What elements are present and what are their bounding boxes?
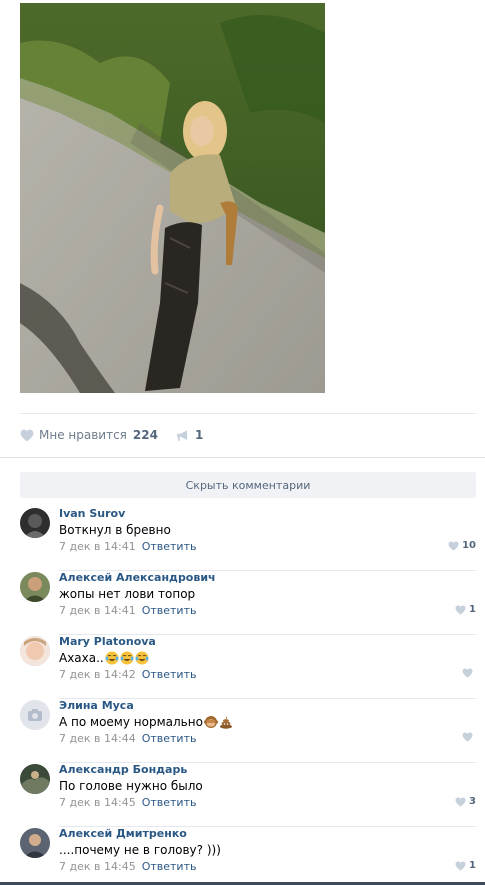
tears-of-joy-emoji-icon (135, 651, 149, 665)
avatar[interactable] (20, 508, 50, 538)
comment-text: Воткнул в бревно (59, 523, 171, 537)
comment-like-button[interactable]: 1 (455, 604, 476, 615)
post-actions: Мне нравится 224 1 (20, 426, 203, 444)
pile-of-poo-emoji-icon (219, 715, 233, 729)
hide-comments-button[interactable]: Скрыть комментарии (20, 472, 476, 498)
comment-text: ....почему не в голову? ))) (59, 843, 221, 857)
reply-button[interactable]: Ответить (142, 732, 197, 745)
comment-text: жопы нет лови топор (59, 587, 195, 601)
comment-like-button[interactable] (462, 732, 476, 742)
comment-text-content: ....почему не в голову? ))) (59, 843, 221, 857)
comment-like-count: 10 (462, 540, 476, 551)
comment-meta: 7 дек в 14:45 Ответить (59, 860, 196, 873)
comment-text: А по моему нормально (59, 715, 233, 729)
comment-like-count: 1 (469, 604, 476, 615)
comment-author[interactable]: Алексей Дмитренко (59, 827, 187, 840)
comment-like-count: 3 (469, 796, 476, 807)
comment-meta: 7 дек в 14:45 Ответить (59, 796, 196, 809)
reply-button[interactable]: Ответить (142, 860, 197, 873)
comment: Алексей Дмитренко ....почему не в голову… (20, 827, 476, 881)
comment-text: Ахаха.. (59, 651, 149, 665)
heart-icon (455, 796, 466, 807)
comment-author[interactable]: Алексей Александрович (59, 571, 216, 584)
section-separator (0, 457, 485, 458)
comment: Mary Platonova Ахаха.. 7 дек в 14:42 Отве… (20, 635, 476, 699)
comment: Ivan Surov Воткнул в бревно 7 дек в 14:4… (20, 507, 476, 571)
comment-date[interactable]: 7 дек в 14:41 (59, 604, 136, 617)
comment-date[interactable]: 7 дек в 14:41 (59, 540, 136, 553)
comment-meta: 7 дек в 14:41 Ответить (59, 540, 196, 553)
comment-text-content: А по моему нормально (59, 715, 203, 729)
avatar[interactable] (20, 636, 50, 666)
comment-like-button[interactable]: 10 (448, 540, 476, 551)
share-count: 1 (194, 428, 204, 442)
tears-of-joy-emoji-icon (120, 651, 134, 665)
post-photo[interactable] (20, 3, 325, 393)
comment-author[interactable]: Mary Platonova (59, 635, 156, 648)
avatar[interactable] (20, 828, 50, 858)
comment-date[interactable]: 7 дек в 14:45 (59, 860, 136, 873)
comment-text-content: жопы нет лови топор (59, 587, 196, 601)
comment: Александр Бондарь По голове нужно было 7… (20, 763, 476, 827)
heart-icon (462, 732, 473, 742)
comment-like-button[interactable]: 1 (455, 860, 476, 871)
comment-meta: 7 дек в 14:41 Ответить (59, 604, 196, 617)
avatar[interactable] (20, 764, 50, 794)
heart-icon (20, 429, 34, 442)
avatar[interactable] (20, 700, 50, 730)
heart-icon (462, 668, 473, 678)
heart-icon (455, 604, 466, 615)
comment-text-content: По голове нужно было (59, 779, 203, 793)
megaphone-icon (176, 429, 190, 442)
heart-icon (448, 540, 459, 551)
comment-meta: 7 дек в 14:44 Ответить (59, 732, 196, 745)
tears-of-joy-emoji-icon (105, 651, 119, 665)
comment-like-count: 1 (469, 860, 476, 871)
comment-like-button[interactable] (462, 668, 476, 678)
comment-text-content: Воткнул в бревно (59, 523, 171, 537)
comment-author[interactable]: Александр Бондарь (59, 763, 187, 776)
comment-author[interactable]: Элина Муса (59, 699, 134, 712)
reply-button[interactable]: Ответить (142, 668, 197, 681)
reply-button[interactable]: Ответить (142, 540, 197, 553)
comment-text: По голове нужно было (59, 779, 203, 793)
comment-date[interactable]: 7 дек в 14:42 (59, 668, 136, 681)
comment-date[interactable]: 7 дек в 14:44 (59, 732, 136, 745)
comment-like-button[interactable]: 3 (455, 796, 476, 807)
post-like-button[interactable]: Мне нравится 224 (20, 428, 158, 442)
camera-icon (20, 700, 50, 730)
reply-button[interactable]: Ответить (142, 796, 197, 809)
like-count: 224 (132, 428, 158, 442)
comment-meta: 7 дек в 14:42 Ответить (59, 668, 196, 681)
comment-text-content: Ахаха.. (59, 651, 104, 665)
like-label: Мне нравится (39, 428, 127, 442)
post-share-button[interactable]: 1 (176, 428, 203, 442)
comment-author[interactable]: Ivan Surov (59, 507, 125, 520)
post-divider (20, 413, 476, 414)
heart-icon (455, 860, 466, 871)
comment: Элина Муса А по моему нормально 7 дек в … (20, 699, 476, 763)
comment-date[interactable]: 7 дек в 14:45 (59, 796, 136, 809)
see-no-evil-monkey-emoji-icon (203, 715, 218, 729)
reply-button[interactable]: Ответить (142, 604, 197, 617)
comment: Алексей Александрович жопы нет лови топо… (20, 571, 476, 635)
avatar[interactable] (20, 572, 50, 602)
